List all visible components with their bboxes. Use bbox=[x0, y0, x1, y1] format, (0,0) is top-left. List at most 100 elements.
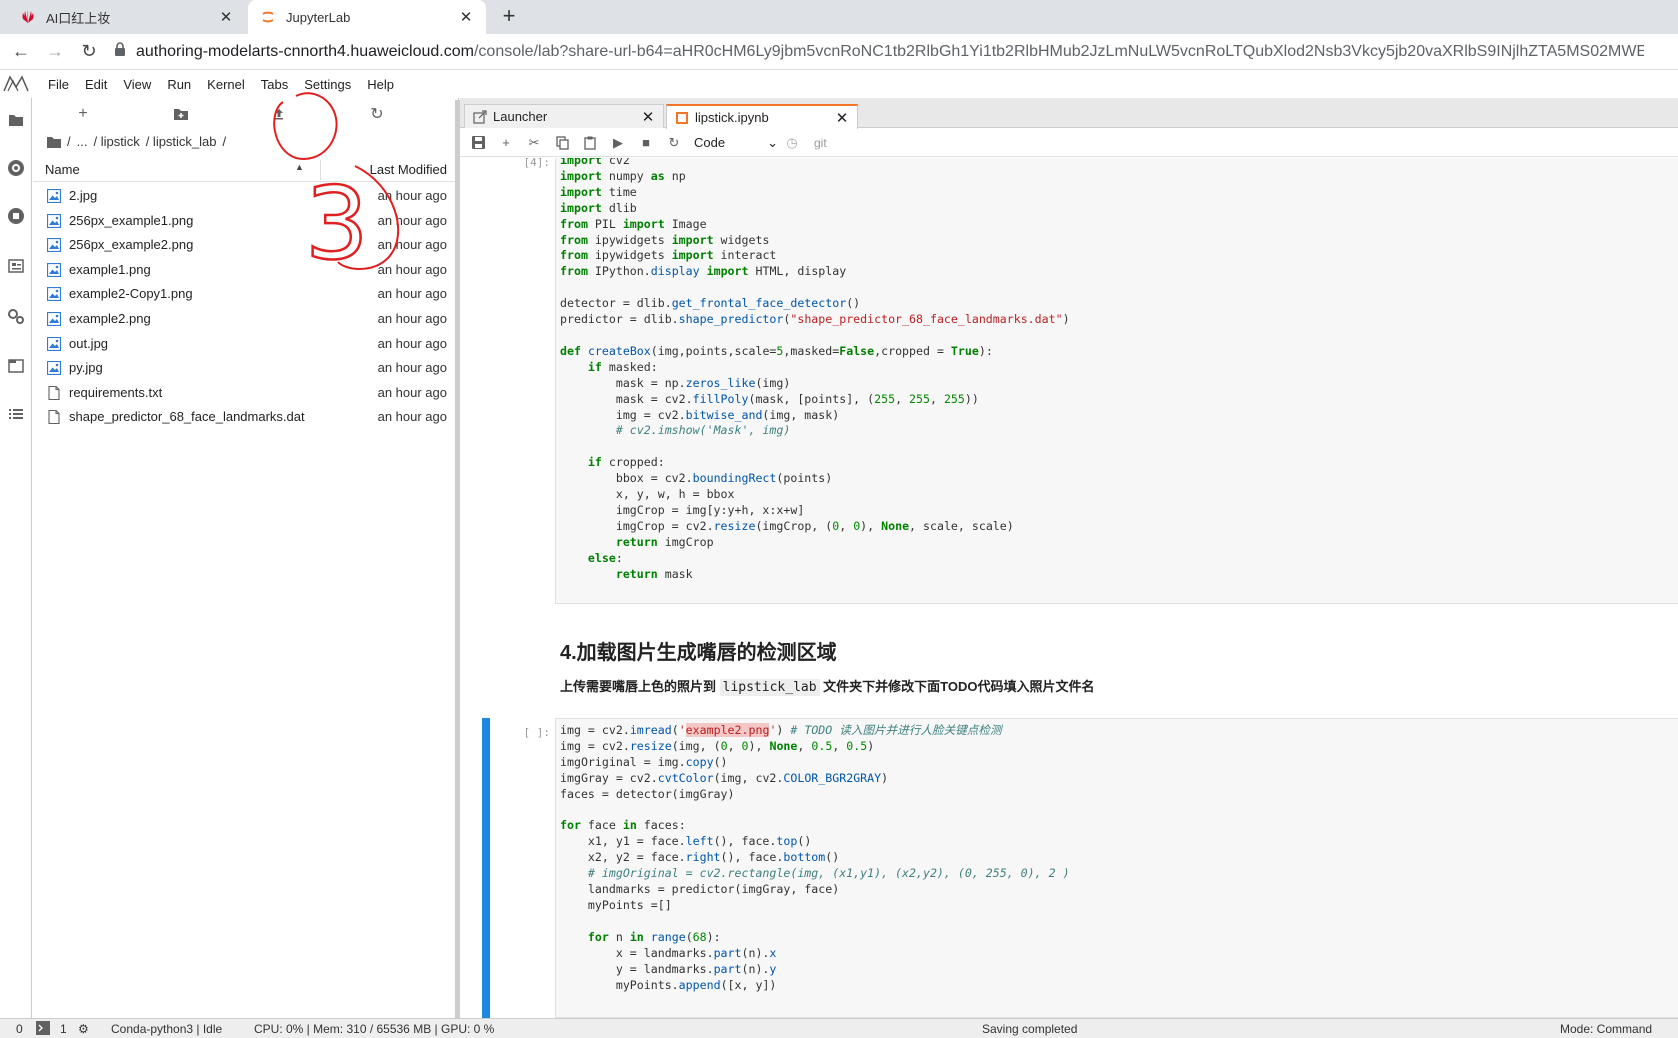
file-list-item[interactable]: shape_predictor_68_face_landmarks.dat an … bbox=[33, 405, 459, 430]
file-browser-toolbar: + ↻ bbox=[33, 102, 459, 126]
browser-tab-ai-lipstick[interactable]: AI口红上妆 ✕ bbox=[8, 0, 246, 34]
file-list-item[interactable]: requirements.txt an hour ago bbox=[33, 381, 459, 406]
menu-kernel[interactable]: Kernel bbox=[199, 77, 253, 92]
run-icon[interactable]: ▶ bbox=[604, 131, 632, 155]
clock-icon[interactable]: ◷ bbox=[778, 131, 806, 155]
kernel-status[interactable]: Conda-python3 | Idle bbox=[111, 1022, 222, 1036]
breadcrumb-root[interactable]: / bbox=[67, 134, 71, 149]
md-inline-code: lipstick_lab bbox=[719, 679, 820, 696]
status-bar: 0 1 ⚙ Conda-python3 | Idle CPU: 0% | Mem… bbox=[0, 1018, 1678, 1038]
browser-tab-bar: AI口红上妆 ✕ JupyterLab ✕ + bbox=[0, 0, 1678, 34]
copy-icon[interactable] bbox=[548, 131, 576, 155]
url-field[interactable]: authoring-modelarts-cnnorth4.huaweicloud… bbox=[114, 42, 1644, 61]
file-name: 2.jpg bbox=[69, 188, 98, 203]
close-icon[interactable]: ✕ bbox=[835, 109, 849, 127]
breadcrumb-lipstick-lab[interactable]: / lipstick_lab bbox=[146, 134, 217, 149]
breadcrumb-ellipsis[interactable]: ... bbox=[77, 134, 88, 149]
close-icon[interactable]: ✕ bbox=[641, 108, 655, 126]
image-file-icon bbox=[47, 213, 61, 228]
image-file-icon bbox=[47, 189, 61, 203]
file-modified: an hour ago bbox=[377, 188, 447, 203]
text-file-icon bbox=[48, 385, 60, 400]
cell-input[interactable]: import cv2 import numpy as np import tim… bbox=[555, 158, 1678, 604]
file-modified: an hour ago bbox=[377, 286, 447, 302]
file-name: 256px_example2.png bbox=[69, 237, 194, 253]
menu-edit[interactable]: Edit bbox=[77, 77, 115, 92]
file-list-item[interactable]: example1.png an hour ago bbox=[33, 258, 459, 283]
toc-list-icon[interactable] bbox=[6, 404, 26, 424]
file-list-item[interactable]: 2.jpg an hour ago bbox=[33, 184, 459, 209]
file-name: shape_predictor_68_face_landmarks.dat bbox=[69, 409, 305, 425]
jupyter-logo-icon bbox=[260, 9, 276, 25]
stop-circle-icon[interactable] bbox=[6, 206, 26, 226]
restart-icon[interactable]: ↻ bbox=[660, 131, 688, 155]
file-list-item[interactable]: py.jpg an hour ago bbox=[33, 356, 459, 381]
file-list-item[interactable]: example2-Copy1.png an hour ago bbox=[33, 282, 459, 307]
new-launcher-button[interactable]: + bbox=[71, 102, 95, 126]
cell-input[interactable]: img = cv2.imread('example2.png') # TODO … bbox=[555, 718, 1678, 1018]
file-name: example1.png bbox=[69, 261, 151, 277]
back-arrow-icon[interactable]: ← bbox=[8, 39, 34, 65]
running-icon[interactable] bbox=[6, 158, 26, 178]
code-cell-active[interactable]: [ ]: img = cv2.imread('example2.png') # … bbox=[460, 718, 1678, 1018]
address-bar: ← → ↻ authoring-modelarts-cnnorth4.huawe… bbox=[0, 34, 1678, 70]
insert-cell-button[interactable]: + bbox=[492, 131, 520, 155]
tab-launcher[interactable]: Launcher ✕ bbox=[464, 104, 664, 128]
new-tab-button[interactable]: + bbox=[496, 4, 522, 30]
menu-settings[interactable]: Settings bbox=[296, 77, 359, 92]
status-zero: 0 bbox=[16, 1022, 23, 1036]
file-name: out.jpg bbox=[69, 335, 109, 351]
menu-tabs[interactable]: Tabs bbox=[253, 77, 296, 92]
url-path: /console/lab?share-url-b64=aHR0cHM6Ly9jb… bbox=[473, 42, 1644, 60]
forward-arrow-icon[interactable]: → bbox=[42, 39, 68, 65]
file-list-item[interactable]: 256px_example2.png an hour ago bbox=[33, 233, 459, 258]
stop-icon[interactable]: ■ bbox=[632, 131, 660, 155]
folder-icon[interactable] bbox=[47, 136, 61, 148]
save-icon[interactable] bbox=[464, 131, 492, 155]
upload-button[interactable] bbox=[267, 102, 291, 126]
breadcrumb-lipstick[interactable]: / lipstick bbox=[93, 134, 139, 149]
markdown-cell[interactable]: 4.加载图片生成嘴唇的检测区域 bbox=[560, 636, 837, 665]
file-list-header: Name ▲ Last Modified bbox=[33, 158, 459, 182]
image-file-icon bbox=[47, 262, 61, 277]
modelarts-logo-icon bbox=[3, 75, 29, 92]
folder-icon[interactable] bbox=[6, 110, 26, 130]
close-icon[interactable]: ✕ bbox=[218, 8, 234, 26]
sort-up-icon[interactable]: ▲ bbox=[295, 162, 304, 172]
tab-lipstick-notebook[interactable]: lipstick.ipynb ✕ bbox=[666, 104, 858, 129]
reload-icon[interactable]: ↻ bbox=[76, 39, 102, 65]
new-folder-button[interactable] bbox=[169, 102, 193, 126]
breadcrumb-end: / bbox=[222, 134, 227, 149]
paste-icon[interactable] bbox=[576, 131, 604, 155]
gear-icon[interactable] bbox=[6, 306, 26, 326]
image-file-icon bbox=[47, 311, 61, 326]
upload-icon bbox=[275, 109, 283, 120]
git-label[interactable]: git bbox=[814, 136, 827, 150]
main-area: Launcher ✕ lipstick.ipynb ✕ + ✂ ▶ ■ ↻ Co… bbox=[460, 98, 1678, 1018]
column-last-modified[interactable]: Last Modified bbox=[370, 162, 447, 177]
commands-icon[interactable] bbox=[6, 256, 26, 276]
browser-tab-jupyterlab[interactable]: JupyterLab ✕ bbox=[248, 0, 486, 34]
close-icon[interactable]: ✕ bbox=[458, 8, 474, 26]
text-file-icon bbox=[48, 410, 60, 425]
column-name[interactable]: Name bbox=[45, 162, 80, 177]
menu-help[interactable]: Help bbox=[359, 77, 402, 92]
image-file-icon bbox=[47, 336, 61, 351]
code-cell[interactable]: [4]: import cv2 import numpy as np impor… bbox=[460, 158, 1678, 606]
terminal-icon[interactable] bbox=[36, 1021, 50, 1038]
tab-label: Launcher bbox=[493, 109, 548, 124]
menu-file[interactable]: File bbox=[40, 77, 77, 92]
cut-icon[interactable]: ✂ bbox=[520, 131, 548, 155]
refresh-button[interactable]: ↻ bbox=[365, 102, 389, 126]
file-list-item[interactable]: out.jpg an hour ago bbox=[33, 332, 459, 357]
file-modified: an hour ago bbox=[377, 360, 447, 376]
tabs-icon[interactable] bbox=[6, 356, 26, 376]
menu-view[interactable]: View bbox=[115, 77, 159, 92]
menu-run[interactable]: Run bbox=[159, 77, 199, 92]
file-list-item[interactable]: 256px_example1.png an hour ago bbox=[33, 209, 459, 234]
cell-type-select[interactable]: Code ⌄ bbox=[694, 135, 778, 151]
file-list-item[interactable]: example2.png an hour ago bbox=[33, 307, 459, 332]
status-one: 1 bbox=[60, 1022, 67, 1036]
column-divider[interactable] bbox=[320, 160, 321, 180]
file-modified: an hour ago bbox=[377, 261, 447, 277]
